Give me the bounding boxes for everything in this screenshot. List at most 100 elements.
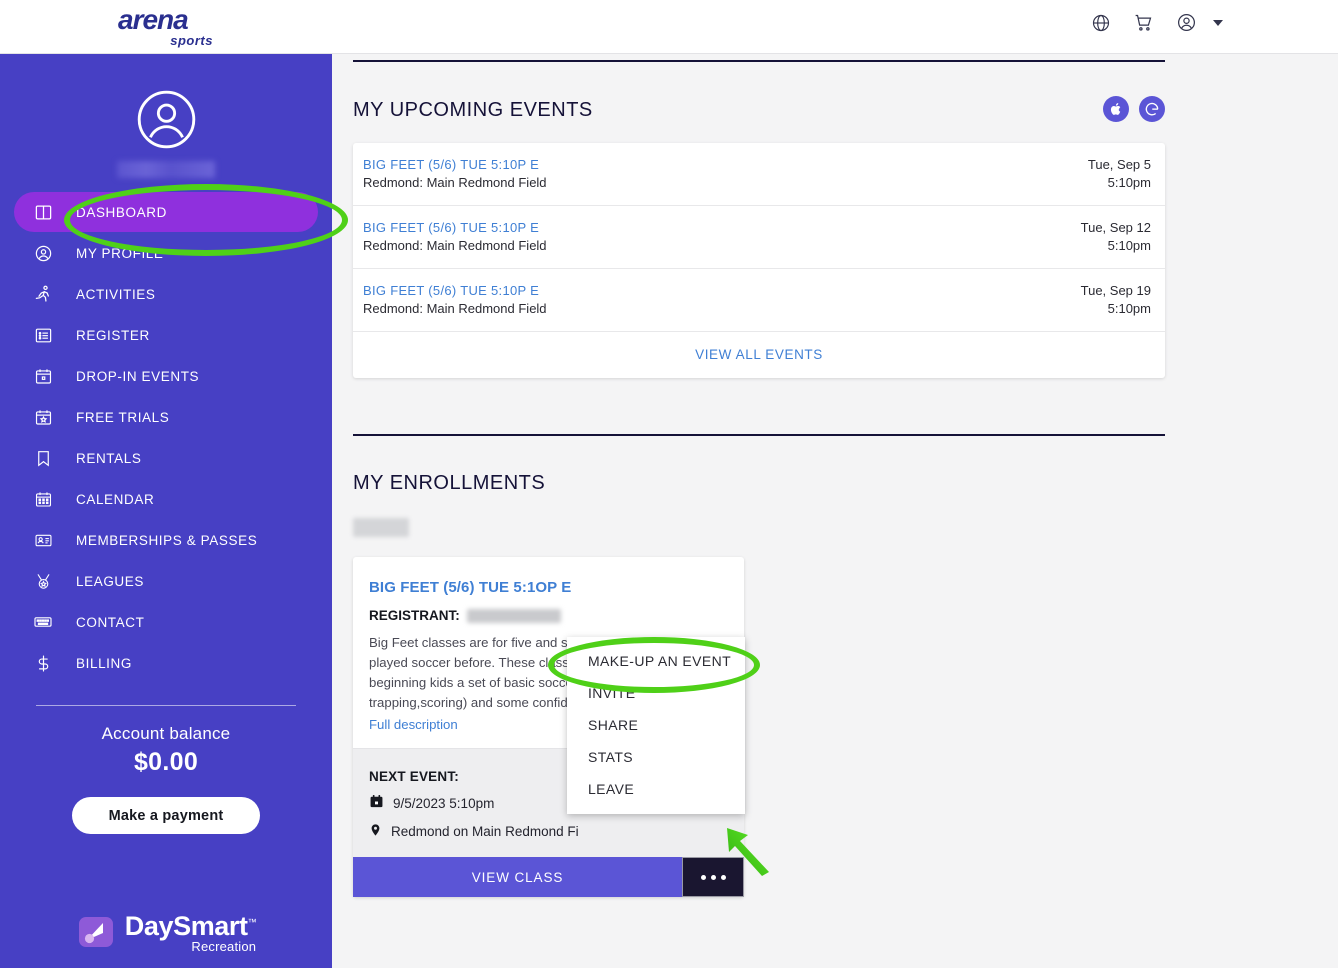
event-date: Tue, Sep 12 bbox=[1081, 219, 1151, 236]
event-location: Redmond: Main Redmond Field bbox=[363, 300, 547, 317]
dot bbox=[701, 875, 706, 880]
google-calendar-icon[interactable] bbox=[1139, 96, 1165, 122]
sidebar-item-label: MY PROFILE bbox=[76, 246, 164, 261]
brand-tagline: sports bbox=[118, 34, 213, 47]
sidebar-item-memberships-passes[interactable]: MEMBERSHIPS & PASSES bbox=[14, 520, 318, 560]
account-icon[interactable] bbox=[1176, 12, 1197, 33]
brand-name: arena bbox=[118, 6, 213, 34]
view-class-button[interactable]: VIEW CLASS bbox=[353, 857, 682, 897]
sidebar-item-billing[interactable]: BILLING bbox=[14, 643, 318, 683]
calendar-icon bbox=[369, 794, 384, 812]
star-calendar-icon bbox=[32, 406, 54, 428]
enrollments-title: MY ENROLLMENTS bbox=[353, 472, 1165, 495]
daysmart-recreation-logo: DaySmart™ Recreation bbox=[0, 909, 332, 954]
main-content: MY UPCOMING EVENTS bbox=[332, 54, 1338, 968]
menu-item-make-up-an-event[interactable]: MAKE-UP AN EVENT bbox=[567, 637, 745, 677]
event-time: 5:10pm bbox=[1088, 174, 1151, 191]
registrant-name-redacted bbox=[467, 609, 561, 623]
enrollment-card-actions: VIEW CLASS bbox=[353, 857, 744, 897]
section-divider bbox=[353, 434, 1165, 436]
apple-calendar-icon[interactable] bbox=[1103, 96, 1129, 122]
event-location: Redmond: Main Redmond Field bbox=[363, 174, 547, 191]
user-name-redacted bbox=[117, 161, 215, 178]
dot bbox=[711, 875, 716, 880]
dropin-calendar-icon bbox=[32, 365, 54, 387]
sidebar-item-drop-in-events[interactable]: DROP-IN EVENTS bbox=[14, 356, 318, 396]
sidebar: DASHBOARD MY PROFILE A bbox=[0, 54, 332, 968]
enrollment-group-redacted bbox=[353, 518, 409, 537]
sidebar-item-leagues[interactable]: LEAGUES bbox=[14, 561, 318, 601]
next-event-location: Redmond on Main Redmond Fi bbox=[391, 824, 579, 839]
calendar-icon bbox=[32, 488, 54, 510]
event-title[interactable]: BIG FEET (5/6) TUE 5:10P E bbox=[363, 219, 547, 236]
sidebar-item-activities[interactable]: ACTIVITIES bbox=[14, 274, 318, 314]
menu-item-leave[interactable]: LEAVE bbox=[567, 773, 745, 814]
bookmark-icon bbox=[32, 447, 54, 469]
upcoming-events-list: BIG FEET (5/6) TUE 5:10P E Redmond: Main… bbox=[353, 143, 1165, 378]
sidebar-item-label: REGISTER bbox=[76, 328, 150, 343]
event-row[interactable]: BIG FEET (5/6) TUE 5:10P E Redmond: Main… bbox=[353, 206, 1165, 269]
dollar-icon bbox=[32, 652, 54, 674]
event-location: Redmond: Main Redmond Field bbox=[363, 237, 547, 254]
sidebar-item-register[interactable]: REGISTER bbox=[14, 315, 318, 355]
top-header: arena sports bbox=[0, 0, 1338, 54]
event-time: 5:10pm bbox=[1081, 237, 1151, 254]
sidebar-item-label: RENTALS bbox=[76, 451, 141, 466]
sidebar-item-label: MEMBERSHIPS & PASSES bbox=[76, 533, 257, 548]
avatar[interactable] bbox=[0, 88, 332, 151]
cart-icon[interactable] bbox=[1133, 12, 1154, 33]
sidebar-item-label: BILLING bbox=[76, 656, 132, 671]
menu-item-share[interactable]: SHARE bbox=[567, 709, 745, 741]
account-balance-label: Account balance bbox=[0, 724, 332, 744]
keyboard-icon bbox=[32, 611, 54, 633]
id-card-icon bbox=[32, 529, 54, 551]
next-event-location-row: Redmond on Main Redmond Fi bbox=[369, 822, 726, 841]
chevron-down-icon[interactable] bbox=[1213, 20, 1223, 26]
daysmart-name: DaySmart™ bbox=[125, 909, 256, 940]
arena-sports-logo[interactable]: arena sports bbox=[118, 6, 213, 48]
header-actions bbox=[1091, 12, 1223, 33]
event-date: Tue, Sep 19 bbox=[1081, 282, 1151, 299]
calendar-sync-buttons bbox=[1103, 96, 1165, 122]
view-all-events-link[interactable]: VIEW ALL EVENTS bbox=[353, 332, 1165, 378]
sidebar-item-my-profile[interactable]: MY PROFILE bbox=[14, 233, 318, 273]
daysmart-mark-icon bbox=[76, 912, 116, 952]
event-row[interactable]: BIG FEET (5/6) TUE 5:10P E Redmond: Main… bbox=[353, 269, 1165, 332]
sidebar-item-label: FREE TRIALS bbox=[76, 410, 169, 425]
sidebar-item-label: DASHBOARD bbox=[76, 205, 167, 220]
sidebar-item-label: ACTIVITIES bbox=[76, 287, 156, 302]
sidebar-item-dashboard[interactable]: DASHBOARD bbox=[14, 192, 318, 232]
profile-icon bbox=[32, 242, 54, 264]
event-row[interactable]: BIG FEET (5/6) TUE 5:10P E Redmond: Main… bbox=[353, 143, 1165, 206]
sidebar-item-label: CALENDAR bbox=[76, 492, 154, 507]
event-date: Tue, Sep 5 bbox=[1088, 156, 1151, 173]
account-balance-value: $0.00 bbox=[0, 748, 332, 777]
more-options-menu: MAKE-UP AN EVENT INVITE SHARE STATS LEAV… bbox=[567, 637, 745, 814]
sidebar-item-label: DROP-IN EVENTS bbox=[76, 369, 199, 384]
page-root: arena sports bbox=[0, 0, 1338, 968]
sidebar-item-label: CONTACT bbox=[76, 615, 144, 630]
event-time: 5:10pm bbox=[1081, 300, 1151, 317]
globe-icon[interactable] bbox=[1091, 13, 1111, 33]
location-pin-icon bbox=[369, 822, 382, 841]
sidebar-item-free-trials[interactable]: FREE TRIALS bbox=[14, 397, 318, 437]
sidebar-nav: DASHBOARD MY PROFILE A bbox=[0, 192, 332, 683]
event-title[interactable]: BIG FEET (5/6) TUE 5:10P E bbox=[363, 282, 547, 299]
more-options-button[interactable] bbox=[682, 857, 744, 897]
daysmart-product: Recreation bbox=[125, 940, 256, 954]
sidebar-item-calendar[interactable]: CALENDAR bbox=[14, 479, 318, 519]
enrollment-title[interactable]: BIG FEET (5/6) TUE 5:1OP E bbox=[369, 579, 726, 596]
sidebar-item-contact[interactable]: CONTACT bbox=[14, 602, 318, 642]
make-a-payment-button[interactable]: Make a payment bbox=[72, 797, 260, 834]
menu-item-invite[interactable]: INVITE bbox=[567, 677, 745, 709]
sidebar-item-rentals[interactable]: RENTALS bbox=[14, 438, 318, 478]
page-title: MY UPCOMING EVENTS bbox=[353, 99, 593, 122]
registrant-row: REGISTRANT: bbox=[369, 608, 726, 623]
upcoming-events-header: MY UPCOMING EVENTS bbox=[353, 62, 1165, 122]
dashboard-icon bbox=[32, 201, 54, 223]
activities-icon bbox=[32, 283, 54, 305]
menu-item-stats[interactable]: STATS bbox=[567, 741, 745, 773]
next-event-datetime: 9/5/2023 5:10pm bbox=[393, 796, 494, 811]
event-title[interactable]: BIG FEET (5/6) TUE 5:10P E bbox=[363, 156, 547, 173]
sidebar-item-label: LEAGUES bbox=[76, 574, 144, 589]
